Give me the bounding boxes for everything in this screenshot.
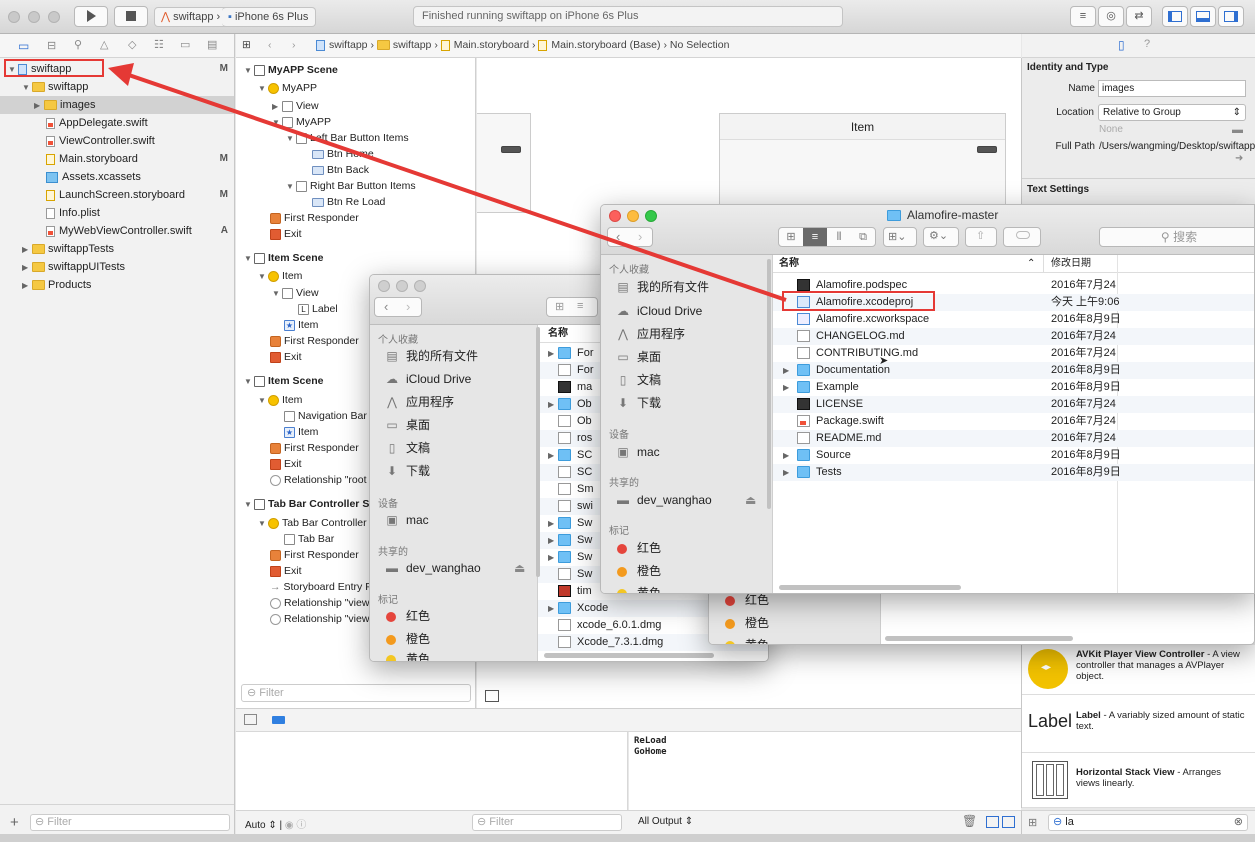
drag-arrow <box>108 63 787 302</box>
drag-arrow-line <box>125 72 787 302</box>
arrow-head-icon <box>108 63 134 86</box>
